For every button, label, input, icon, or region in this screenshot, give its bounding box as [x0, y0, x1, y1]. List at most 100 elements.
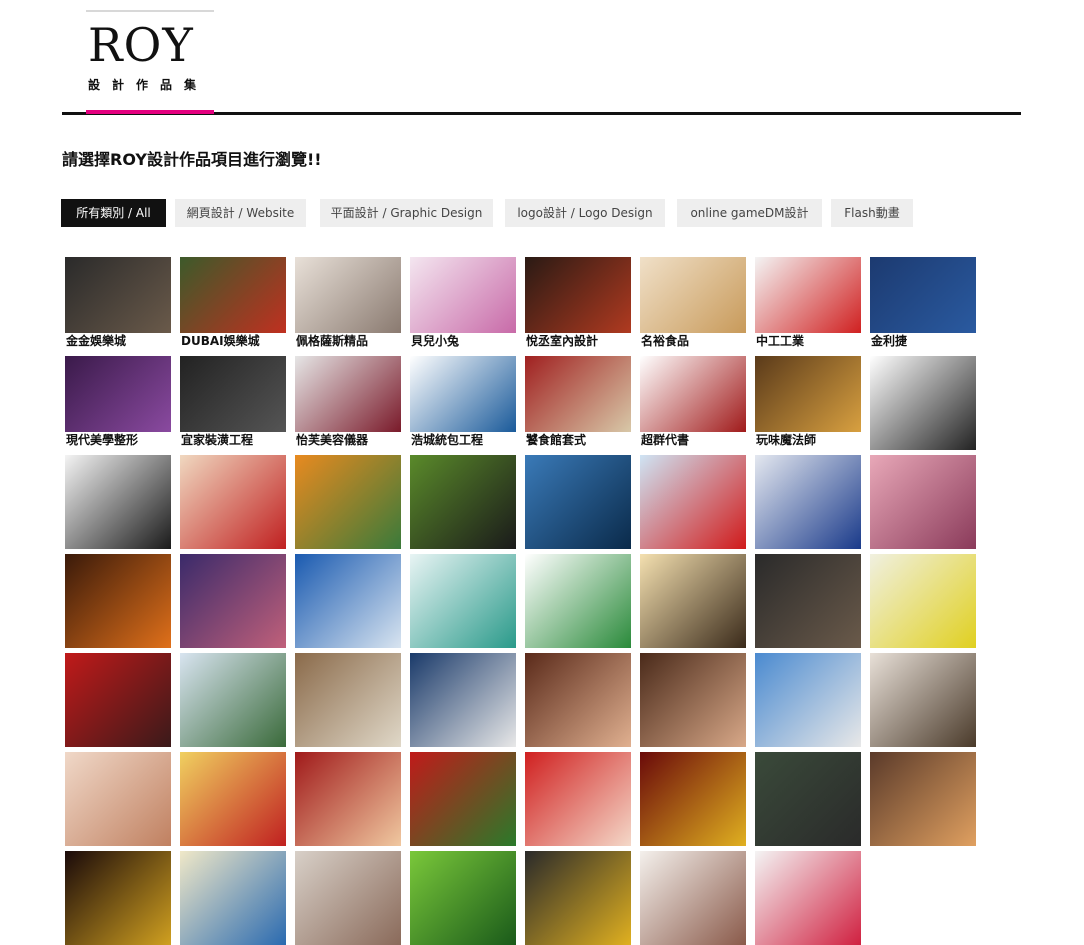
swirl-logo-thumbnail[interactable] — [410, 554, 516, 648]
speaker-thumbnail[interactable] — [755, 752, 861, 846]
fried-food-thumbnail[interactable] — [755, 356, 861, 432]
portfolio-item[interactable] — [525, 653, 631, 747]
interior-design-thumbnail[interactable] — [525, 257, 631, 333]
soccer-player-thumbnail[interactable] — [65, 653, 171, 747]
portfolio-item[interactable] — [755, 554, 861, 648]
portfolio-item[interactable] — [65, 851, 171, 945]
cartoon-face-thumbnail[interactable] — [65, 455, 171, 549]
portrait-thumbnail[interactable] — [640, 851, 746, 945]
trumpet-thumbnail[interactable] — [65, 554, 171, 648]
filter-online-game-dm[interactable]: online gameDM設計 — [677, 199, 822, 227]
dragon-thumbnail[interactable] — [65, 851, 171, 945]
filter-logo-design[interactable]: logo設計 / Logo Design — [505, 199, 665, 227]
portfolio-caption[interactable]: 宜家裝潢工程 — [181, 432, 253, 449]
yahoo-promo-thumbnail[interactable] — [640, 455, 746, 549]
portfolio-item[interactable] — [180, 455, 286, 549]
portfolio-caption[interactable]: 怡芙美容儀器 — [296, 432, 368, 449]
baseball-thumbnail[interactable] — [295, 653, 401, 747]
filter-website[interactable]: 網頁設計 / Website — [175, 199, 306, 227]
soccer-promo-thumbnail[interactable] — [180, 257, 286, 333]
portfolio-item[interactable] — [640, 653, 746, 747]
portfolio-item[interactable] — [410, 455, 516, 549]
portfolio-item[interactable]: DUBAI娛樂城 — [180, 257, 286, 351]
portfolio-item[interactable]: 名裕食品 — [640, 257, 746, 351]
bunny-brand-thumbnail[interactable] — [410, 257, 516, 333]
portfolio-caption[interactable]: 中工工業 — [756, 333, 804, 350]
portfolio-caption[interactable]: 超群代書 — [641, 432, 689, 449]
portfolio-item[interactable]: 金利捷 — [870, 257, 976, 351]
portrait-thumbnail[interactable] — [640, 653, 746, 747]
cartoon-guitarist-thumbnail[interactable] — [295, 455, 401, 549]
christmas-portrait-thumbnail[interactable] — [525, 752, 631, 846]
portfolio-item[interactable]: 中工工業 — [755, 257, 861, 351]
portfolio-item[interactable] — [295, 752, 401, 846]
cartoon-man-thumbnail[interactable] — [640, 554, 746, 648]
portfolio-item[interactable] — [180, 653, 286, 747]
portfolio-item[interactable] — [295, 554, 401, 648]
cartoon-face-thumbnail[interactable] — [870, 356, 976, 450]
portfolio-item[interactable] — [640, 851, 746, 945]
portfolio-item[interactable] — [755, 653, 861, 747]
industry-logo-thumbnail[interactable] — [755, 257, 861, 333]
pegasus-logo-thumbnail[interactable] — [295, 257, 401, 333]
soccer-kick-thumbnail[interactable] — [755, 653, 861, 747]
portfolio-item[interactable] — [640, 554, 746, 648]
portfolio-item[interactable] — [410, 653, 516, 747]
portfolio-item[interactable] — [65, 653, 171, 747]
portfolio-item[interactable] — [755, 851, 861, 945]
portfolio-caption[interactable]: 金金娛樂城 — [66, 333, 126, 350]
portfolio-caption[interactable]: 浩城統包工程 — [411, 432, 483, 449]
portfolio-item[interactable] — [525, 554, 631, 648]
bingo-balls-thumbnail[interactable] — [755, 851, 861, 945]
portfolio-caption[interactable]: 金利捷 — [871, 333, 907, 350]
portfolio-item[interactable]: 貝兒小兔 — [410, 257, 516, 351]
portfolio-item[interactable] — [640, 455, 746, 549]
portfolio-item[interactable]: 現代美學整形 — [65, 356, 171, 450]
portfolio-item[interactable]: 悅丞室內設計 — [525, 257, 631, 351]
portfolio-item[interactable] — [410, 851, 516, 945]
k-logo-thumbnail[interactable] — [870, 257, 976, 333]
playing-cards-thumbnail[interactable] — [410, 653, 516, 747]
spa-portrait-thumbnail[interactable] — [870, 455, 976, 549]
bicycle-thumbnail[interactable] — [410, 455, 516, 549]
portfolio-caption[interactable]: 悅丞室內設計 — [526, 333, 598, 350]
children-thumbnail[interactable] — [65, 752, 171, 846]
food-products-thumbnail[interactable] — [640, 257, 746, 333]
portfolio-caption[interactable]: 饕食館套式 — [526, 432, 586, 449]
portfolio-caption[interactable]: 貝兒小兔 — [411, 333, 459, 350]
portfolio-item[interactable] — [295, 455, 401, 549]
lottery-balls-thumbnail[interactable] — [870, 554, 976, 648]
portfolio-item[interactable] — [410, 752, 516, 846]
filter-all[interactable]: 所有類別 / All — [61, 199, 166, 227]
portfolio-item[interactable] — [870, 455, 976, 549]
portfolio-item[interactable] — [870, 554, 976, 648]
promo-51-thumbnail[interactable] — [180, 752, 286, 846]
portfolio-item[interactable]: 怡芙美容儀器 — [295, 356, 401, 450]
aesthetic-clinic-thumbnail[interactable] — [65, 356, 171, 432]
portfolio-item[interactable]: 宜家裝潢工程 — [180, 356, 286, 450]
renovation-logo-thumbnail[interactable] — [180, 356, 286, 432]
portfolio-item[interactable]: 佩格薩斯精品 — [295, 257, 401, 351]
portfolio-item[interactable] — [180, 554, 286, 648]
portfolio-item[interactable] — [410, 554, 516, 648]
coins-thumbnail[interactable] — [180, 851, 286, 945]
lottery-promo-thumbnail[interactable] — [640, 752, 746, 846]
portfolio-caption[interactable]: DUBAI娛樂城 — [181, 333, 260, 350]
santa-thumbnail[interactable] — [410, 752, 516, 846]
portrait-thumbnail[interactable] — [295, 752, 401, 846]
portfolio-caption[interactable]: 佩格薩斯精品 — [296, 333, 368, 350]
bicycle-shop-thumbnail[interactable] — [525, 554, 631, 648]
portfolio-item[interactable] — [525, 455, 631, 549]
portfolio-item[interactable] — [755, 752, 861, 846]
portfolio-item[interactable] — [525, 851, 631, 945]
cartoon-boy-thumbnail[interactable] — [410, 851, 516, 945]
portfolio-item[interactable]: 金金娛樂城 — [65, 257, 171, 351]
portfolio-item[interactable]: 玩味魔法師 — [755, 356, 861, 450]
portfolio-item[interactable] — [65, 455, 171, 549]
site-logo[interactable]: ROY 設計作品集 — [86, 10, 214, 114]
portfolio-item[interactable] — [180, 752, 286, 846]
filter-graphic-design[interactable]: 平面設計 / Graphic Design — [320, 199, 493, 227]
portfolio-item[interactable]: 饕食館套式 — [525, 356, 631, 450]
portfolio-item[interactable] — [65, 752, 171, 846]
gold-bars-thumbnail[interactable] — [525, 851, 631, 945]
